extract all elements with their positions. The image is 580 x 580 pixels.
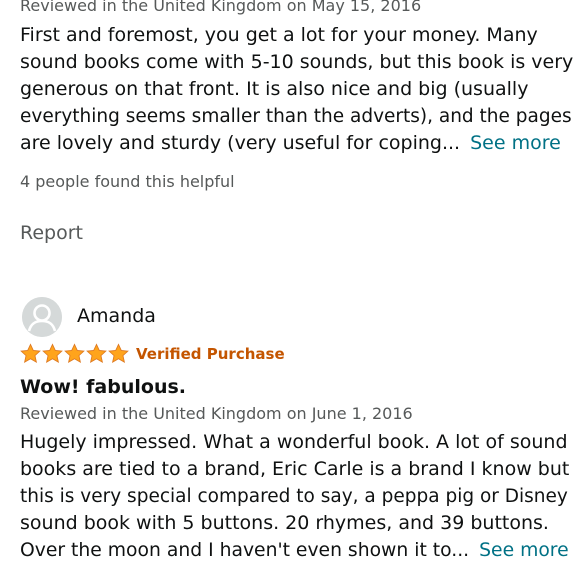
star-icon [42, 343, 63, 363]
review-body-line: generous on that front. It is also nice … [20, 78, 529, 100]
review-title: Wow! fabulous. [20, 376, 186, 398]
review-body-line: First and foremost, you get a lot for yo… [20, 24, 538, 46]
review-body-line: sound book with 5 buttons. 20 rhymes, an… [20, 512, 549, 534]
default-user-avatar-icon [22, 297, 62, 337]
review-body-line: are lovely and sturdy (very useful for c… [20, 132, 461, 154]
review-body-line: sound books come with 5-10 sounds, but t… [20, 51, 574, 73]
see-more-link[interactable]: See more [479, 540, 569, 561]
review-body-line: books are tied to a brand, Eric Carle is… [20, 458, 570, 480]
review-body-line: this is very special compared to say, a … [20, 486, 568, 507]
see-more-link[interactable]: See more [470, 132, 561, 154]
review-body-line: everything seems smaller than the advert… [20, 106, 572, 127]
review-date: Reviewed in the United Kingdom on June 1… [20, 404, 413, 423]
star-icon [86, 343, 107, 363]
reviewer-name[interactable]: Amanda [77, 305, 156, 327]
star-icon [108, 343, 129, 363]
review-body-line: Hugely impressed. What a wonderful book.… [20, 431, 568, 453]
review-date: Reviewed in the United Kingdom on May 15… [20, 0, 422, 15]
star-icon [20, 343, 41, 363]
review-body-last-line: Over the moon and I haven't even shown i… [20, 537, 569, 564]
review-body-line: Over the moon and I haven't even shown i… [20, 540, 470, 561]
star-icon [64, 343, 85, 363]
avatar [22, 297, 62, 337]
helpful-count: 4 people found this helpful [20, 172, 235, 191]
star-rating [20, 343, 130, 365]
verified-purchase-badge: Verified Purchase [136, 345, 285, 363]
review-body-last-line: are lovely and sturdy (very useful for c… [20, 130, 561, 157]
report-link[interactable]: Report [20, 222, 83, 244]
